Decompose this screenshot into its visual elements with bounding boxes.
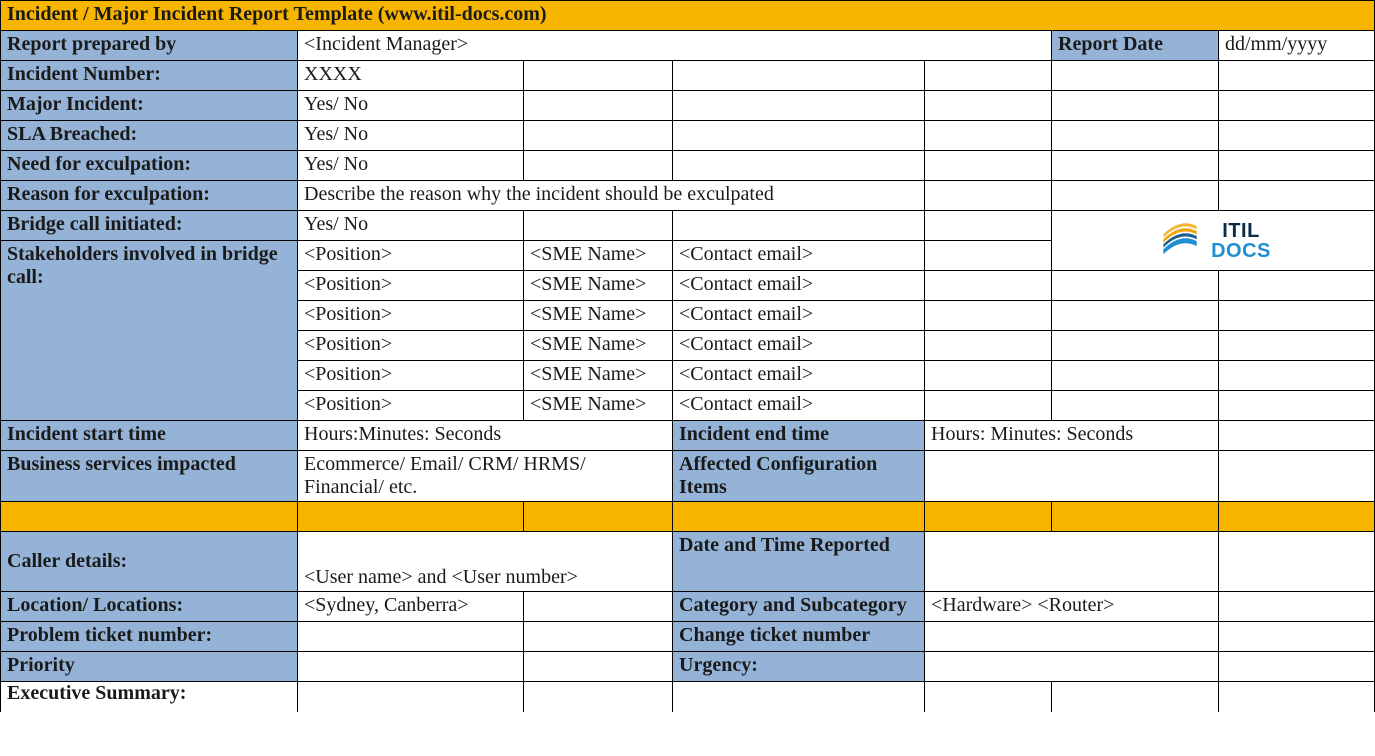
stakeholder-email[interactable]: <Contact email>	[673, 391, 925, 421]
stakeholder-sme[interactable]: <SME Name>	[524, 361, 673, 391]
need-exculpation-value[interactable]: Yes/ No	[298, 151, 524, 181]
stakeholder-position[interactable]: <Position>	[298, 331, 524, 361]
change-ticket-value[interactable]	[925, 622, 1219, 652]
priority-value[interactable]	[298, 652, 524, 682]
affected-ci-value[interactable]	[925, 451, 1219, 502]
report-date-label: Report Date	[1052, 31, 1219, 61]
bridge-call-value[interactable]: Yes/ No	[298, 211, 524, 241]
stakeholder-email[interactable]: <Contact email>	[673, 241, 925, 271]
category-value[interactable]: <Hardware> <Router>	[925, 592, 1219, 622]
major-incident-label: Major Incident:	[1, 91, 298, 121]
stakeholder-sme[interactable]: <SME Name>	[524, 241, 673, 271]
stakeholder-sme[interactable]: <SME Name>	[524, 301, 673, 331]
reason-exculpation-value[interactable]: Describe the reason why the incident sho…	[298, 181, 925, 211]
business-services-label: Business services impacted	[1, 451, 298, 502]
caller-details-label: Caller details:	[1, 532, 298, 592]
location-label: Location/ Locations:	[1, 592, 298, 622]
stakeholder-email[interactable]: <Contact email>	[673, 301, 925, 331]
business-services-value[interactable]: Ecommerce/ Email/ CRM/ HRMS/ Financial/ …	[298, 451, 673, 502]
stakeholder-position[interactable]: <Position>	[298, 301, 524, 331]
priority-label: Priority	[1, 652, 298, 682]
date-time-reported-label: Date and Time Reported	[673, 532, 925, 592]
report-prepared-by-value[interactable]: <Incident Manager>	[298, 31, 1052, 61]
report-prepared-by-label: Report prepared by	[1, 31, 298, 61]
category-label: Category and Subcategory	[673, 592, 925, 622]
problem-ticket-value[interactable]	[298, 622, 524, 652]
itil-docs-logo: ITIL DOCS	[1052, 211, 1375, 271]
stakeholder-sme[interactable]: <SME Name>	[524, 391, 673, 421]
document-stack-icon	[1155, 216, 1205, 266]
stakeholder-position[interactable]: <Position>	[298, 361, 524, 391]
stakeholder-email[interactable]: <Contact email>	[673, 271, 925, 301]
urgency-label: Urgency:	[673, 652, 925, 682]
reason-exculpation-label: Reason for exculpation:	[1, 181, 298, 211]
urgency-value[interactable]	[925, 652, 1219, 682]
sla-breached-value[interactable]: Yes/ No	[298, 121, 524, 151]
executive-summary-label: Executive Summary:	[1, 682, 298, 712]
date-time-reported-value[interactable]	[925, 532, 1219, 592]
incident-start-time-label: Incident start time	[1, 421, 298, 451]
report-date-value[interactable]: dd/mm/yyyy	[1219, 31, 1375, 61]
incident-end-time-label: Incident end time	[673, 421, 925, 451]
need-exculpation-label: Need for exculpation:	[1, 151, 298, 181]
incident-number-value[interactable]: XXXX	[298, 61, 524, 91]
caller-details-value[interactable]: <User name> and <User number>	[298, 532, 673, 592]
document-title: Incident / Major Incident Report Templat…	[1, 1, 1375, 31]
stakeholder-email[interactable]: <Contact email>	[673, 361, 925, 391]
incident-report-table: Incident / Major Incident Report Templat…	[0, 0, 1375, 712]
location-value[interactable]: <Sydney, Canberra>	[298, 592, 524, 622]
stakeholder-position[interactable]: <Position>	[298, 271, 524, 301]
sla-breached-label: SLA Breached:	[1, 121, 298, 151]
stakeholder-sme[interactable]: <SME Name>	[524, 271, 673, 301]
stakeholder-position[interactable]: <Position>	[298, 241, 524, 271]
major-incident-value[interactable]: Yes/ No	[298, 91, 524, 121]
incident-number-label: Incident Number:	[1, 61, 298, 91]
affected-ci-label: Affected Configuration Items	[673, 451, 925, 502]
change-ticket-label: Change ticket number	[673, 622, 925, 652]
stakeholder-email[interactable]: <Contact email>	[673, 331, 925, 361]
incident-end-time-value[interactable]: Hours: Minutes: Seconds	[925, 421, 1219, 451]
stakeholders-label: Stakeholders involved in bridge call:	[1, 241, 298, 421]
separator-cell	[1, 502, 298, 532]
problem-ticket-label: Problem ticket number:	[1, 622, 298, 652]
stakeholder-position[interactable]: <Position>	[298, 391, 524, 421]
stakeholder-sme[interactable]: <SME Name>	[524, 331, 673, 361]
bridge-call-label: Bridge call initiated:	[1, 211, 298, 241]
incident-start-time-value[interactable]: Hours:Minutes: Seconds	[298, 421, 673, 451]
